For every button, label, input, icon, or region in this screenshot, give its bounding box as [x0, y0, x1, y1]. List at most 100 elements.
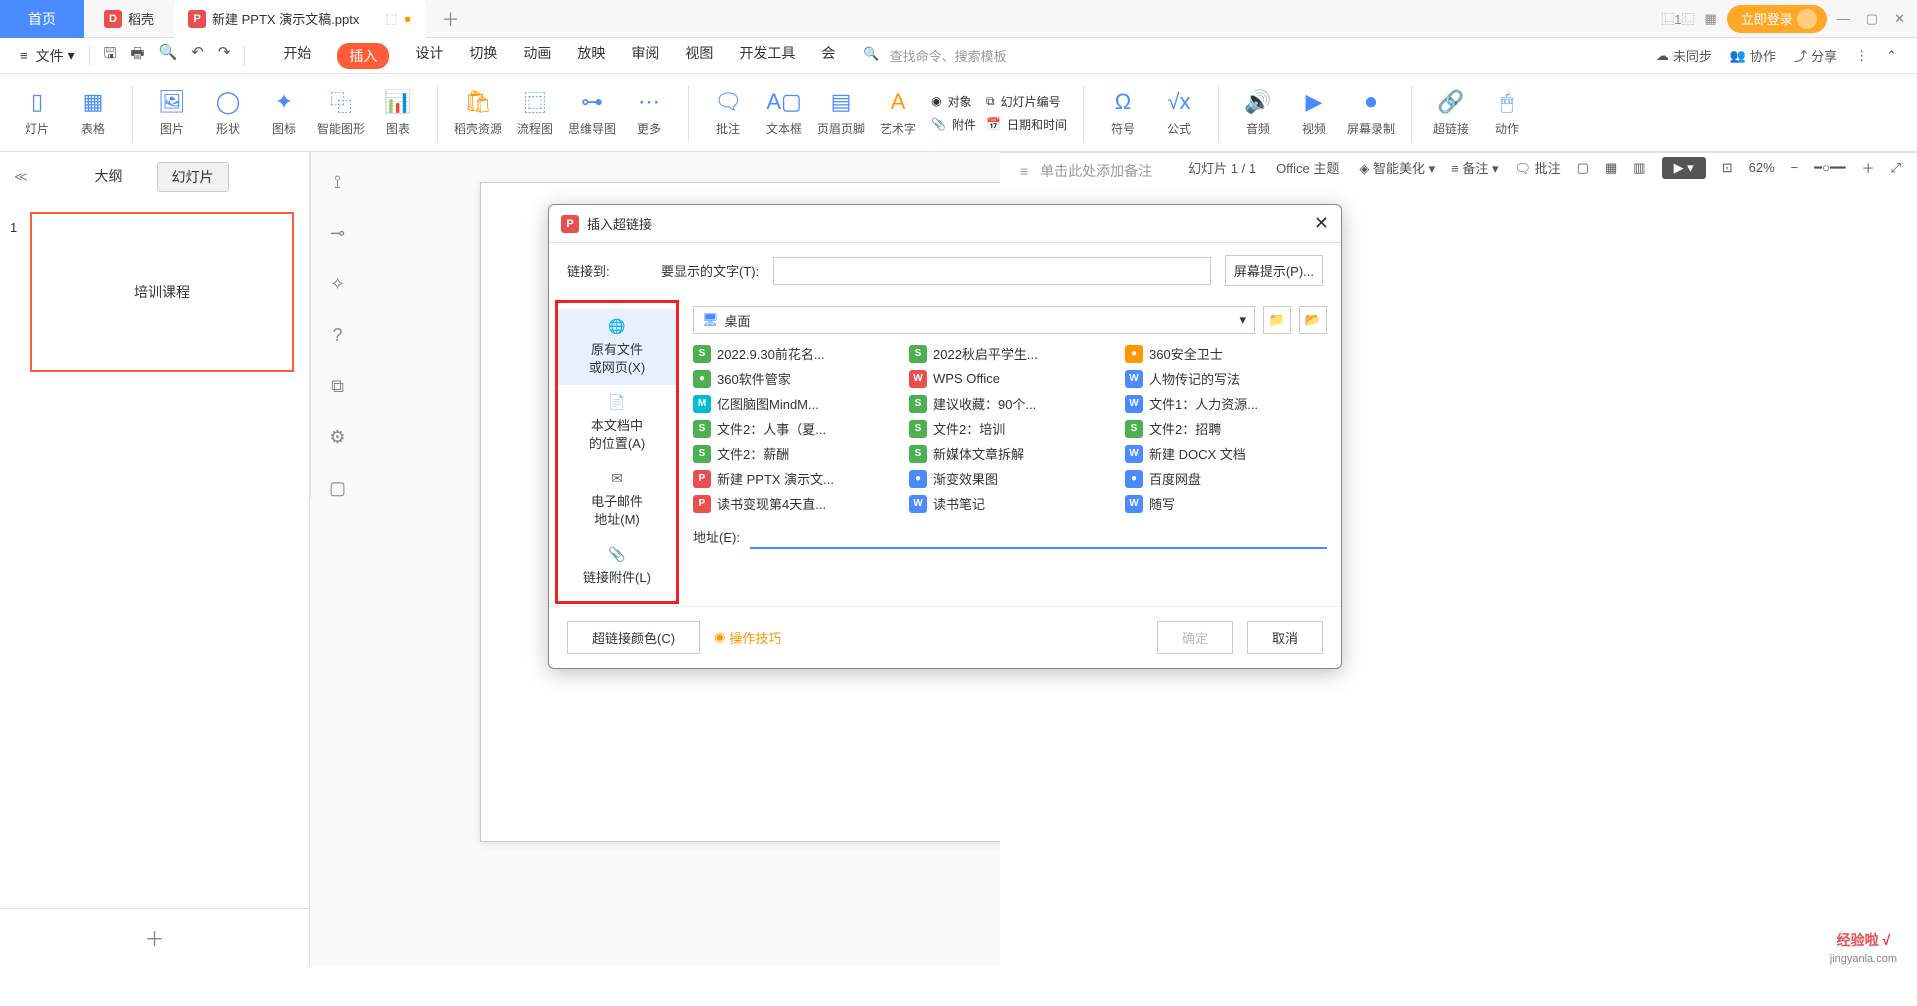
- collapse-ribbon-icon[interactable]: ⌃: [1886, 46, 1897, 65]
- ribbon-video[interactable]: ▶视频: [1291, 88, 1337, 137]
- sidebar-help-icon[interactable]: ?: [332, 325, 342, 346]
- browse-folder-button[interactable]: 📂: [1299, 306, 1327, 334]
- tab-animation[interactable]: 动画: [523, 43, 551, 69]
- file-menu[interactable]: 文件 ▾: [36, 46, 75, 66]
- ok-button[interactable]: 确定: [1157, 621, 1233, 654]
- preview-icon[interactable]: 🔍: [159, 43, 178, 68]
- tab-view[interactable]: 视图: [685, 43, 713, 69]
- tips-link[interactable]: ◉ 操作技巧: [714, 628, 781, 647]
- ribbon-action[interactable]: 🖱动作: [1484, 88, 1530, 137]
- ribbon-slidenum[interactable]: ⧉ 幻灯片编号: [986, 93, 1067, 110]
- undo-icon[interactable]: ↶: [191, 43, 204, 68]
- file-item[interactable]: W读书笔记: [909, 494, 1111, 513]
- ribbon-symbol[interactable]: Ω符号: [1100, 88, 1146, 137]
- file-item[interactable]: W文件1：人力资源...: [1125, 394, 1327, 413]
- file-item[interactable]: S文件2：人事（夏...: [693, 419, 895, 438]
- tab-more[interactable]: 会: [821, 43, 835, 69]
- dialog-close-button[interactable]: ✕: [1314, 213, 1329, 234]
- file-item[interactable]: ●360软件管家: [693, 369, 895, 388]
- screen-tip-button[interactable]: 屏幕提示(P)...: [1225, 255, 1323, 286]
- slide-thumbnail-1[interactable]: 1 培训课程: [30, 212, 294, 372]
- new-tab-button[interactable]: ＋: [426, 6, 476, 32]
- view-sorter-icon[interactable]: ▦: [1605, 160, 1617, 176]
- maximize-button[interactable]: ▢: [1866, 11, 1878, 27]
- file-item[interactable]: S文件2：培训: [909, 419, 1111, 438]
- collapse-panel-icon[interactable]: ≪: [14, 169, 28, 185]
- ribbon-table[interactable]: ▦表格: [70, 88, 116, 137]
- file-item[interactable]: S新媒体文章拆解: [909, 444, 1111, 463]
- view-reading-icon[interactable]: ▥: [1633, 160, 1645, 176]
- tab-active-document[interactable]: P 新建 PPTX 演示文稿.pptx ⬚ ●: [174, 0, 426, 38]
- ribbon-object[interactable]: ◉ 对象: [931, 93, 976, 110]
- sidebar-explore-icon[interactable]: ⟟: [334, 172, 341, 193]
- ribbon-more[interactable]: ⋯更多: [626, 88, 672, 137]
- tab-home[interactable]: 首页: [0, 0, 84, 38]
- ribbon-attachment[interactable]: 📎 附件: [931, 116, 976, 133]
- link-type-existing[interactable]: 🌐 原有文件 或网页(X): [558, 309, 676, 385]
- zoom-slider[interactable]: ━○━━: [1814, 160, 1845, 176]
- add-slide-button[interactable]: ＋: [0, 908, 309, 966]
- ribbon-shape[interactable]: ◯形状: [205, 88, 251, 137]
- file-item[interactable]: P新建 PPTX 演示文...: [693, 469, 895, 488]
- apps-icon[interactable]: ▦: [1704, 11, 1716, 27]
- sidebar-star-icon[interactable]: ✧: [330, 274, 345, 295]
- file-item[interactable]: W随写: [1125, 494, 1327, 513]
- file-item[interactable]: ●渐变效果图: [909, 469, 1111, 488]
- ribbon-icon[interactable]: ✦图标: [261, 88, 307, 137]
- zoom-fit-icon[interactable]: ⊡: [1722, 160, 1733, 176]
- ribbon-image[interactable]: 🖼图片: [149, 88, 195, 137]
- tab-docker[interactable]: D 稻壳: [84, 0, 174, 38]
- address-input[interactable]: [750, 523, 1327, 549]
- ribbon-formula[interactable]: √x公式: [1156, 88, 1202, 137]
- ribbon-resource[interactable]: 🛍稻壳资源: [454, 88, 502, 137]
- tab-design[interactable]: 设计: [415, 43, 443, 69]
- file-item[interactable]: W人物传记的写法: [1125, 369, 1327, 388]
- ribbon-flowchart[interactable]: ⿴流程图: [512, 88, 558, 137]
- play-button[interactable]: ▶ ▾: [1662, 157, 1706, 179]
- zoom-in-icon[interactable]: ＋: [1862, 158, 1875, 177]
- zoom-level[interactable]: 62%: [1749, 160, 1775, 175]
- save-icon[interactable]: 🖫: [104, 43, 117, 68]
- ribbon-audio[interactable]: 🔊音频: [1235, 88, 1281, 137]
- dialog-titlebar[interactable]: P 插入超链接 ✕: [549, 205, 1341, 243]
- file-item[interactable]: ●百度网盘: [1125, 469, 1327, 488]
- location-dropdown[interactable]: 🖥 桌面 ▾: [693, 306, 1255, 334]
- cancel-button[interactable]: 取消: [1247, 621, 1323, 654]
- link-type-thisdoc[interactable]: 📄 本文档中 的位置(A): [558, 385, 676, 461]
- file-item[interactable]: S文件2：薪酬: [693, 444, 895, 463]
- ribbon-textbox[interactable]: A▢文本框: [761, 88, 807, 137]
- command-search[interactable]: 🔍 查找命令、搜索模板: [863, 46, 1006, 65]
- tab-slides[interactable]: 幻灯片: [157, 162, 229, 192]
- sidebar-template-icon[interactable]: ⧉: [331, 376, 344, 397]
- layout-icon[interactable]: ⿺1⿺: [1661, 9, 1694, 28]
- ribbon-slide[interactable]: ▯灯片: [14, 88, 60, 137]
- file-item[interactable]: M亿图脑图MindM...: [693, 394, 895, 413]
- file-item[interactable]: S2022秋启平学生...: [909, 344, 1111, 363]
- fullscreen-icon[interactable]: ⤢: [1891, 160, 1901, 176]
- comments-toggle[interactable]: 🗨 批注: [1515, 158, 1561, 177]
- file-item[interactable]: WWPS Office: [909, 369, 1111, 388]
- link-type-attach[interactable]: 📎 链接附件(L): [558, 537, 676, 595]
- beautify-button[interactable]: ◈ 智能美化 ▾: [1359, 158, 1435, 177]
- display-text-input[interactable]: [773, 257, 1211, 285]
- up-folder-button[interactable]: 📁: [1263, 306, 1291, 334]
- collab-button[interactable]: 👥 协作: [1730, 46, 1776, 65]
- close-button[interactable]: ✕: [1894, 11, 1905, 27]
- file-item[interactable]: S建议收藏：90个...: [909, 394, 1111, 413]
- zoom-out-icon[interactable]: −: [1791, 160, 1799, 175]
- sidebar-gear-icon[interactable]: ⚙: [329, 427, 345, 448]
- ribbon-wordart[interactable]: A艺术字: [875, 88, 921, 137]
- sidebar-settings-icon[interactable]: ⊸: [330, 223, 345, 244]
- tab-dev[interactable]: 开发工具: [739, 43, 795, 69]
- file-item[interactable]: S文件2：招聘: [1125, 419, 1327, 438]
- file-item[interactable]: S2022.9.30前花名...: [693, 344, 895, 363]
- hamburger-icon[interactable]: ≡: [20, 48, 28, 63]
- tab-transition[interactable]: 切换: [469, 43, 497, 69]
- tab-insert[interactable]: 插入: [337, 43, 389, 69]
- tab-start[interactable]: 开始: [283, 43, 311, 69]
- remark-toggle[interactable]: ≡ 备注 ▾: [1451, 158, 1498, 177]
- link-type-email[interactable]: ✉ 电子邮件 地址(M): [558, 461, 676, 537]
- sync-status[interactable]: ☁ 未同步: [1656, 46, 1712, 65]
- ribbon-smartart[interactable]: ⿻智能图形: [317, 88, 365, 137]
- ribbon-chart[interactable]: 📊图表: [375, 88, 421, 137]
